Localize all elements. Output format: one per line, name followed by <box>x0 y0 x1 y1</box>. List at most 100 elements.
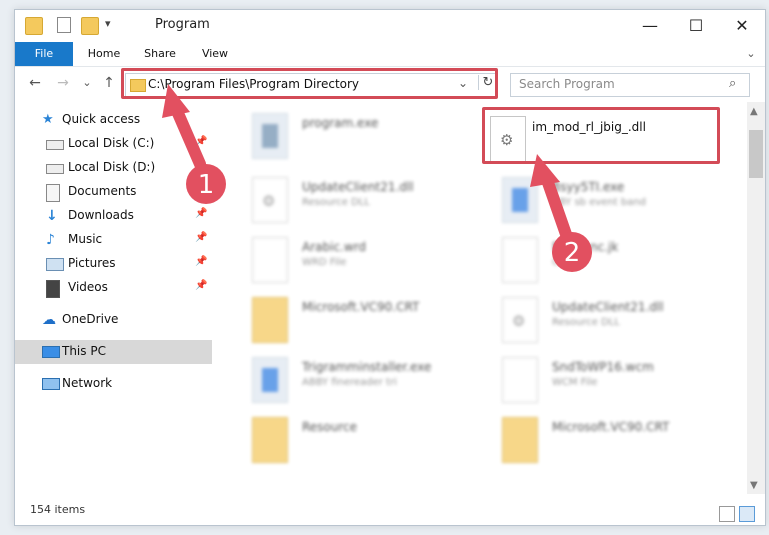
file-highlight-box <box>482 107 720 164</box>
recent-locations-button[interactable]: ⌄ <box>77 73 97 93</box>
sidebar-item-this-pc[interactable]: This PC <box>15 340 212 364</box>
pictures-icon <box>46 258 64 271</box>
tab-home[interactable]: Home <box>79 42 129 66</box>
file-name: Resource <box>302 420 358 434</box>
sidebar-item-label: Pictures <box>68 256 116 270</box>
minimize-button[interactable]: — <box>627 10 673 42</box>
navigation-pane: ★ Quick access Local Disk (C:) 📌 Local D… <box>15 102 212 494</box>
file-item[interactable]: SndToWP16.wcm WCM File <box>482 352 702 410</box>
sidebar-item-downloads[interactable]: ↓ Downloads 📌 <box>15 204 212 228</box>
folder-icon <box>252 297 288 343</box>
pin-icon: 📌 <box>195 256 208 267</box>
file-item[interactable]: FastFunc.jk CK File <box>482 232 702 290</box>
file-name: SndToWP16.wcm <box>552 360 654 374</box>
ribbon-tabs: File Home Share View ⌄ <box>15 42 765 67</box>
sidebar-item-label: Local Disk (C:) <box>68 136 155 150</box>
documents-icon <box>46 184 60 202</box>
title-bar: ▾ Program — ☐ ✕ <box>15 10 765 42</box>
file-name: Bsyy5TI.exe <box>552 180 625 194</box>
sidebar-item-label: This PC <box>62 344 106 358</box>
large-icons-view-icon[interactable] <box>739 506 755 522</box>
file-item[interactable]: program.exe <box>232 108 452 166</box>
file-description: WRD File <box>302 257 347 268</box>
folder-icon <box>502 417 538 463</box>
dll-gear-icon: ⚙ <box>252 177 288 223</box>
file-name: UpdateClient21.dll <box>552 300 664 314</box>
vertical-scrollbar[interactable]: ▲ ▼ <box>747 102 765 494</box>
sidebar-item-local-disk-d[interactable]: Local Disk (D:) <box>15 156 212 180</box>
search-input[interactable]: Search Program <box>519 77 615 91</box>
address-highlight-box <box>121 68 498 99</box>
file-name: Arabic.wrd <box>302 240 367 254</box>
forward-button[interactable]: → <box>53 73 73 93</box>
tab-view[interactable]: View <box>190 42 240 66</box>
scrollbar-thumb[interactable] <box>749 130 763 178</box>
sidebar-item-label: Quick access <box>62 112 141 126</box>
pin-icon: 📌 <box>195 208 208 219</box>
ribbon-expand-icon[interactable]: ⌄ <box>741 42 761 66</box>
up-button[interactable]: ↑ <box>99 73 119 93</box>
scroll-down-icon[interactable]: ▼ <box>750 480 758 491</box>
file-item[interactable]: Trigramminstaller.exe ABBY finereader tr… <box>232 352 452 410</box>
sidebar-item-label: Music <box>68 232 103 246</box>
properties-icon[interactable] <box>57 17 71 33</box>
pc-icon <box>42 346 60 358</box>
sidebar-item-label: Downloads <box>68 208 134 222</box>
file-description: Resource DLL <box>552 317 620 328</box>
drive-icon <box>46 164 64 174</box>
maximize-button[interactable]: ☐ <box>673 10 719 42</box>
file-item[interactable]: Arabic.wrd WRD File <box>232 232 452 290</box>
file-description: BBY sb event band <box>552 197 647 208</box>
network-icon <box>42 378 60 390</box>
search-box[interactable]: Search Program ⌕ <box>510 73 750 97</box>
file-name: Trigramminstaller.exe <box>302 360 432 374</box>
new-folder-icon[interactable] <box>81 17 99 35</box>
exe-icon <box>502 177 538 223</box>
file-item[interactable]: Resource <box>232 412 452 470</box>
scroll-up-icon[interactable]: ▲ <box>750 106 758 117</box>
folder-icon <box>25 17 43 35</box>
details-view-icon[interactable] <box>719 506 735 522</box>
file-item[interactable]: ⚙ UpdateClient21.dll Resource DLL <box>232 172 452 230</box>
file-description: CK File <box>552 257 586 268</box>
sidebar-item-documents[interactable]: Documents 📌 <box>15 180 212 204</box>
close-button[interactable]: ✕ <box>719 10 765 42</box>
tab-file[interactable]: File <box>15 42 73 66</box>
sidebar-item-videos[interactable]: Videos 📌 <box>15 276 212 300</box>
item-count: 154 items <box>30 503 86 516</box>
sidebar-item-music[interactable]: ♪ Music 📌 <box>15 228 212 252</box>
star-icon: ★ <box>42 112 54 127</box>
search-icon[interactable]: ⌕ <box>729 76 736 91</box>
file-item[interactable]: Microsoft.VC90.CRT <box>482 412 702 470</box>
music-icon: ♪ <box>46 232 55 248</box>
sidebar-item-network[interactable]: Network <box>15 372 212 396</box>
sidebar-item-label: Documents <box>68 184 137 198</box>
tab-share[interactable]: Share <box>135 42 185 66</box>
folder-icon <box>252 417 288 463</box>
sidebar-item-label: Videos <box>68 280 108 294</box>
sidebar-item-onedrive[interactable]: ☁ OneDrive <box>15 308 212 332</box>
file-item[interactable]: ⚙ UpdateClient21.dll Resource DLL <box>482 292 702 350</box>
file-name: program.exe <box>302 116 379 130</box>
download-icon: ↓ <box>46 208 58 224</box>
pin-icon: 📌 <box>195 280 208 291</box>
customize-toolbar-icon[interactable]: ▾ <box>105 17 121 33</box>
back-button[interactable]: ← <box>25 73 45 93</box>
file-description: Resource DLL <box>302 197 370 208</box>
dll-gear-icon: ⚙ <box>502 297 538 343</box>
pin-icon: 📌 <box>195 232 208 243</box>
cloud-icon: ☁ <box>42 312 56 328</box>
sidebar-item-pictures[interactable]: Pictures 📌 <box>15 252 212 276</box>
window-title: Program <box>155 17 210 32</box>
pin-icon: 📌 <box>195 184 208 195</box>
status-bar: 154 items <box>15 501 765 525</box>
file-item[interactable]: Bsyy5TI.exe BBY sb event band <box>482 172 702 230</box>
sidebar-item-label: OneDrive <box>62 312 119 326</box>
sidebar-item-local-disk-c[interactable]: Local Disk (C:) 📌 <box>15 132 212 156</box>
sidebar-item-label: Local Disk (D:) <box>68 160 156 174</box>
file-item[interactable]: Microsoft.VC90.CRT <box>232 292 452 350</box>
file-icon <box>502 357 538 403</box>
sidebar-item-quick-access[interactable]: ★ Quick access <box>15 108 212 132</box>
drive-icon <box>46 140 64 150</box>
file-icon <box>252 237 288 283</box>
